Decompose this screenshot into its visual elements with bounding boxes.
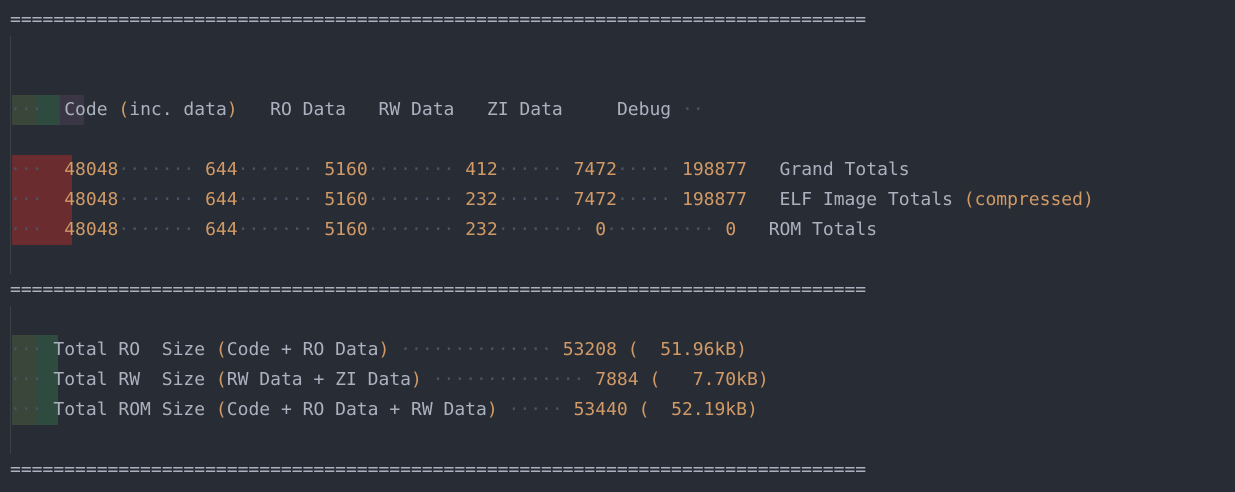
separator-line: ========================================… — [10, 9, 867, 30]
total-kb: 51.96kB — [660, 339, 737, 360]
total-desc: Code + RO Data + RW Data — [226, 399, 487, 420]
cell-inc-data: 644 — [205, 159, 238, 180]
cell-code: 48048 — [64, 159, 119, 180]
paren-close: ) — [757, 369, 769, 390]
paren-close: ) — [1082, 189, 1094, 210]
cell-debug: 198877 — [681, 159, 748, 180]
paren-open: ( — [215, 339, 227, 360]
paren-open: ( — [649, 369, 661, 390]
paren-close: ) — [486, 399, 498, 420]
paren-close: ) — [378, 339, 390, 360]
paren-open: ( — [963, 189, 975, 210]
paren-open: ( — [215, 399, 227, 420]
total-value: 7884 — [595, 369, 639, 390]
row-label-extra: compressed — [974, 189, 1083, 210]
separator-line: ========================================… — [10, 279, 867, 300]
header-code: Code — [64, 99, 108, 120]
paren-close: ) — [736, 339, 747, 360]
text-editor[interactable]: ========================================… — [0, 0, 1235, 492]
paren-open: ( — [215, 369, 227, 390]
cell-ro-data: 5160 — [324, 159, 368, 180]
cell-inc-data: 644 — [205, 189, 238, 210]
total-label: Total RO Size — [53, 339, 206, 360]
cell-ro-data: 5160 — [324, 189, 368, 210]
paren-close: ) — [411, 369, 422, 390]
column-header-row: ··· Code (inc. data) RO Data RW Data ZI … — [10, 99, 704, 120]
row-label: ELF Image Totals — [779, 189, 953, 210]
table-row: ··· 48048······· 644······· 5160········… — [10, 189, 1094, 210]
cell-rw-data: 412 — [465, 159, 498, 180]
table-row: ··· 48048······· 644······· 5160········… — [10, 219, 878, 240]
total-kb: 7.70kB — [692, 369, 758, 390]
row-label: Grand Totals — [779, 159, 910, 180]
total-row: ··· Total ROM Size (Code + RO Data + RW … — [10, 399, 758, 420]
header-rw-data: RW Data — [378, 99, 455, 120]
separator-line: ========================================… — [10, 459, 867, 480]
header-debug: Debug — [616, 99, 672, 120]
total-value: 53208 — [562, 339, 617, 360]
cell-rw-data: 232 — [465, 219, 498, 240]
total-row: ··· Total RO Size (Code + RO Data) ·····… — [10, 339, 747, 360]
header-zi-data: ZI Data — [486, 99, 563, 120]
paren-close: ) — [226, 99, 238, 120]
cell-zi-data: 7472 — [573, 189, 617, 210]
total-label: Total ROM Size — [53, 399, 206, 420]
whitespace-dots: ··· — [10, 99, 54, 120]
row-label: ROM Totals — [768, 219, 878, 240]
cell-inc-data: 644 — [205, 219, 238, 240]
cell-rw-data: 232 — [465, 189, 498, 210]
cell-zi-data: 0 — [595, 219, 607, 240]
cell-debug: 0 — [725, 219, 737, 240]
total-desc: RW Data + ZI Data — [226, 369, 411, 390]
total-desc: Code + RO Data — [226, 339, 379, 360]
total-row: ··· Total RW Size (RW Data + ZI Data) ··… — [10, 369, 769, 390]
cell-code: 48048 — [64, 189, 119, 210]
cell-code: 48048 — [64, 219, 119, 240]
paren-close: ) — [746, 399, 758, 420]
total-value: 53440 — [573, 399, 628, 420]
total-kb: 52.19kB — [671, 399, 747, 420]
header-inc-data: inc. data — [129, 99, 227, 120]
paren-open: ( — [627, 339, 639, 360]
cell-debug: 198877 — [681, 189, 748, 210]
paren-open: ( — [638, 399, 650, 420]
table-row: ··· 48048······· 644······· 5160········… — [10, 159, 910, 180]
header-ro-data: RO Data — [270, 99, 347, 120]
cell-ro-data: 5160 — [324, 219, 368, 240]
cell-zi-data: 7472 — [573, 159, 617, 180]
total-label: Total RW Size — [53, 369, 206, 390]
paren-open: ( — [118, 99, 130, 120]
